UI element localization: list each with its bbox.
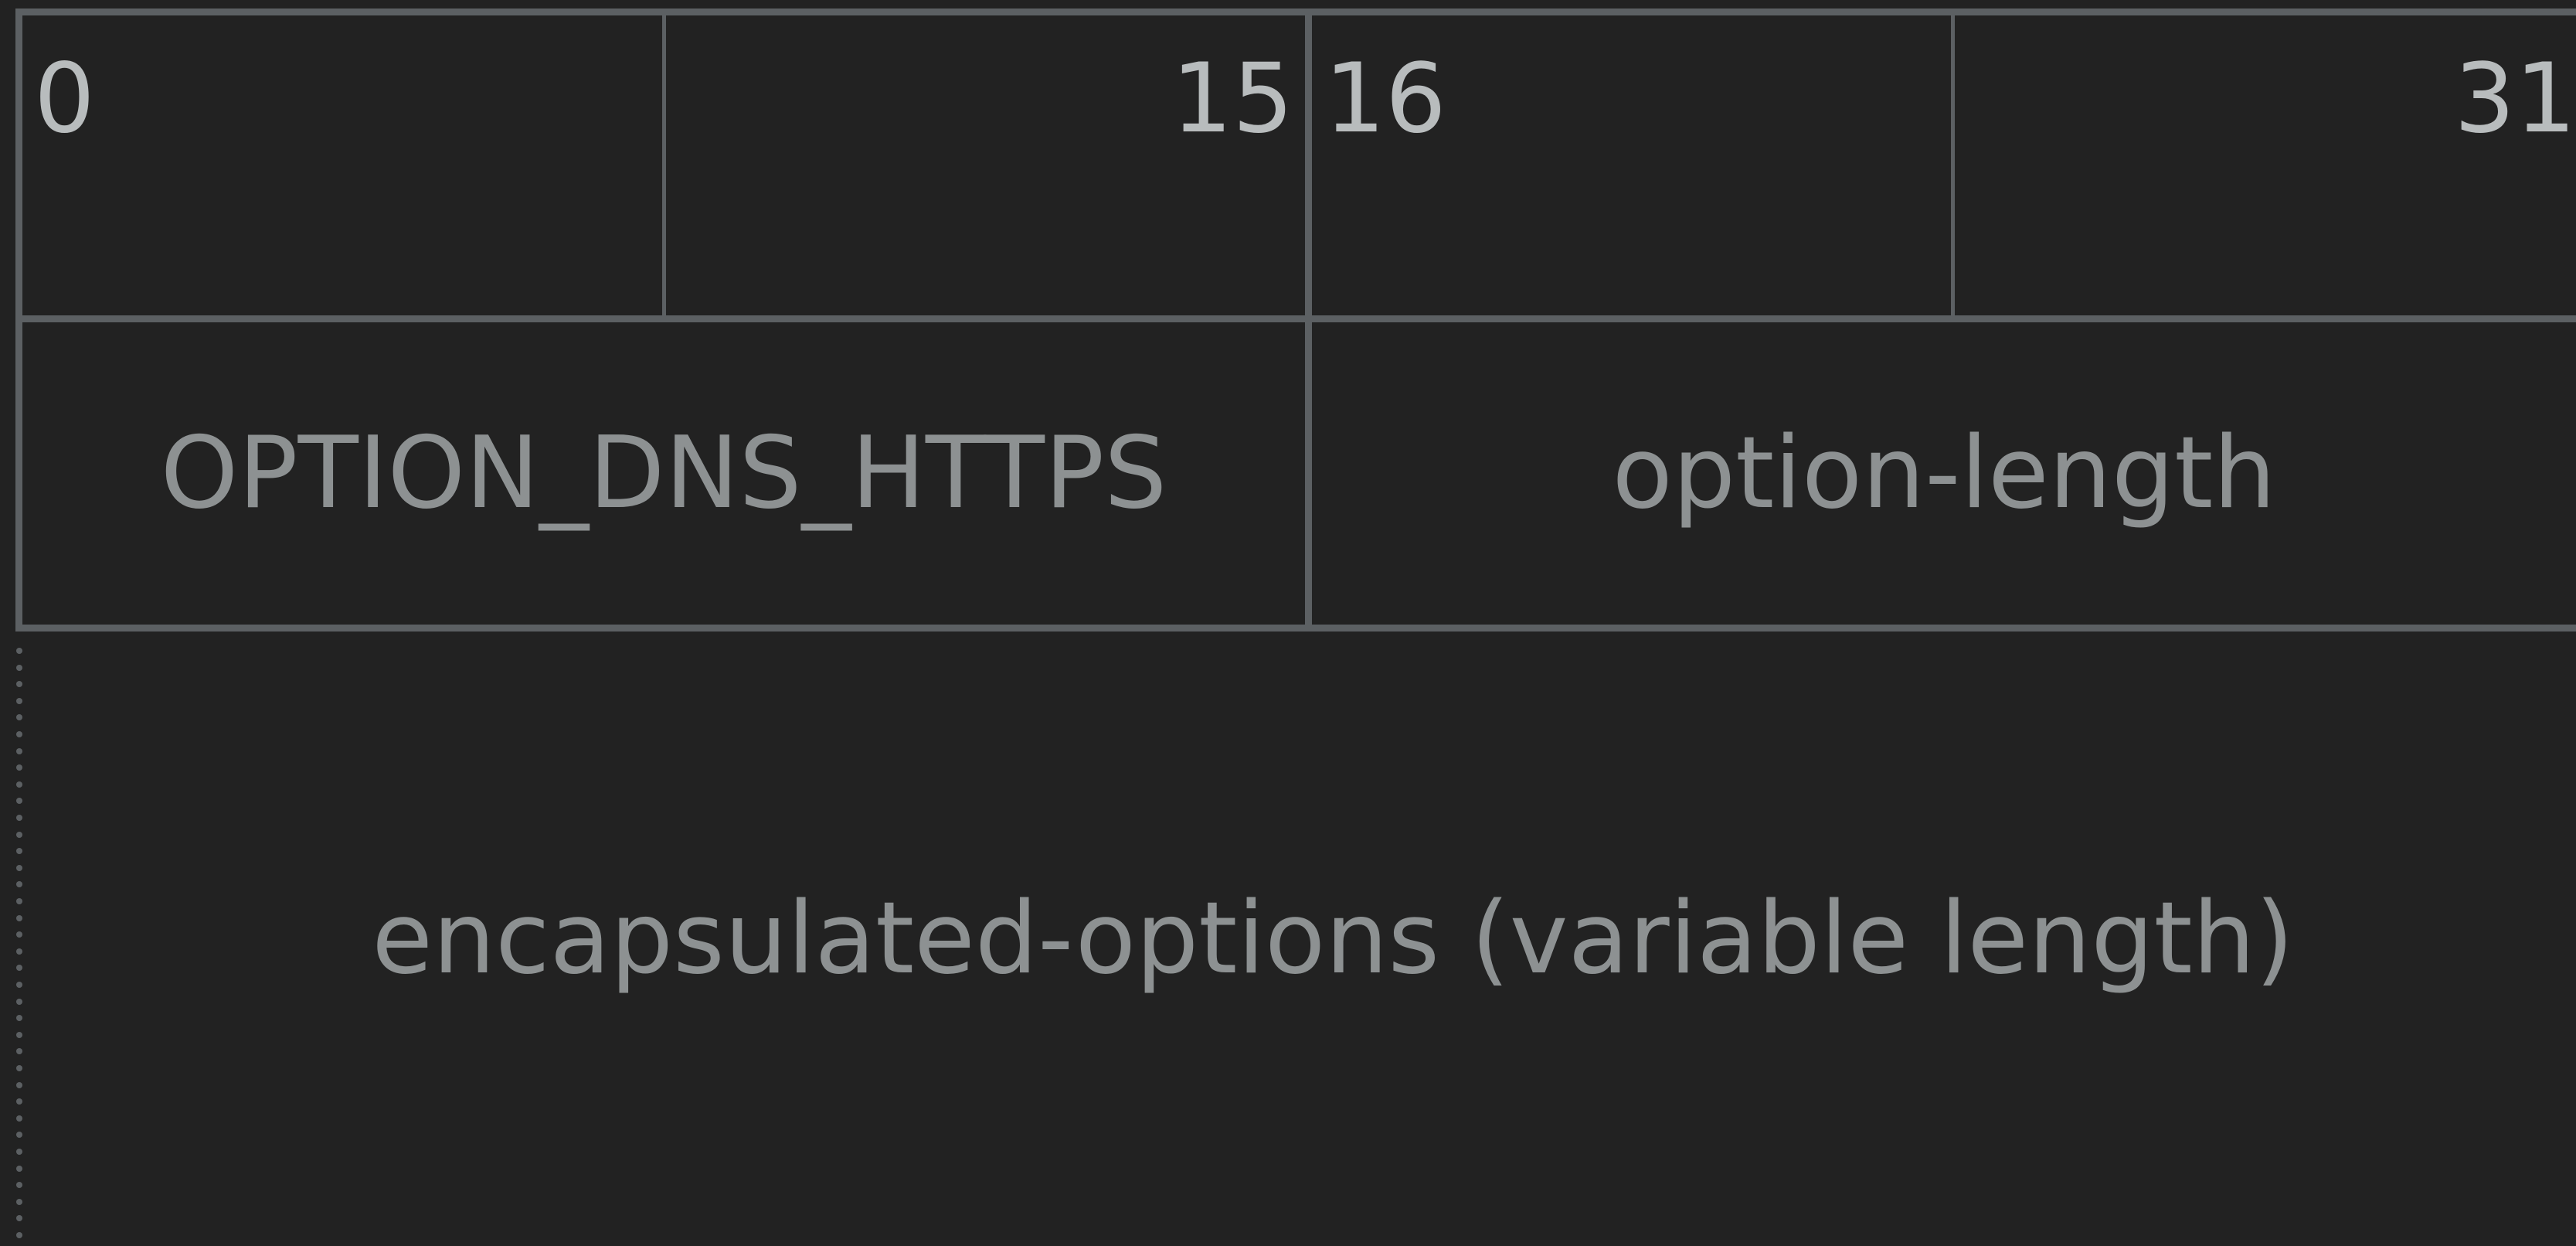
dotted-edge-dot xyxy=(16,681,22,687)
option-code-field: OPTION_DNS_HTTPS xyxy=(22,322,1305,625)
dotted-edge-dot xyxy=(16,1199,22,1205)
bit-label-15: 15 xyxy=(1171,43,1293,155)
dotted-edge-dot xyxy=(16,1232,22,1238)
dotted-edge-dot xyxy=(16,982,22,988)
dotted-edge-dot xyxy=(16,1032,22,1038)
dotted-edge-dot xyxy=(16,748,22,754)
dotted-edge-dot xyxy=(16,999,22,1005)
header-row-bottom-border xyxy=(15,625,2576,632)
ruler-divider-quarter-3 xyxy=(1951,15,1955,317)
dotted-edge-dot xyxy=(16,731,22,737)
dotted-edge-dot xyxy=(16,1115,22,1122)
dotted-edge-dot xyxy=(16,698,22,704)
dotted-edge-dot xyxy=(16,815,22,821)
dotted-edge-dot xyxy=(16,781,22,788)
ruler-divider-quarter-1 xyxy=(662,15,666,317)
option-code-label: OPTION_DNS_HTTPS xyxy=(160,415,1167,531)
dotted-edge-dot xyxy=(16,881,22,887)
dotted-edge-dot xyxy=(16,1182,22,1188)
dotted-edge-dot xyxy=(16,848,22,854)
encapsulated-options-label: encapsulated-options (variable length) xyxy=(372,880,2294,996)
dotted-edge-dot xyxy=(16,1065,22,1071)
top-border xyxy=(15,9,2576,15)
dotted-edge-dot xyxy=(16,1149,22,1155)
ruler-bottom-border xyxy=(15,315,2576,322)
dotted-edge-dot xyxy=(16,898,22,904)
dotted-edge-dot xyxy=(16,1166,22,1172)
dotted-edge-dot xyxy=(16,648,22,654)
dotted-edge-dot xyxy=(16,798,22,804)
packet-format-diagram: 0 15 16 31 OPTION_DNS_HTTPS option-lengt… xyxy=(0,0,2576,1246)
dotted-edge-dot xyxy=(16,915,22,921)
left-border xyxy=(15,9,22,632)
dotted-edge-dot xyxy=(16,1082,22,1088)
dotted-edge-dot xyxy=(16,714,22,720)
dotted-edge-dot xyxy=(16,1215,22,1221)
dotted-edge-dot xyxy=(16,1048,22,1054)
bit-label-31: 31 xyxy=(2454,43,2576,155)
center-divider xyxy=(1305,9,1312,632)
option-length-field: option-length xyxy=(1312,322,2576,625)
bit-label-16: 16 xyxy=(1324,43,1446,155)
encapsulated-options-field: encapsulated-options (variable length) xyxy=(22,632,2576,1246)
dotted-edge-dot xyxy=(16,1098,22,1105)
dotted-edge-dot xyxy=(16,1132,22,1138)
dotted-edge-dot xyxy=(16,764,22,771)
dotted-edge-dot xyxy=(16,965,22,971)
dotted-edge-dot xyxy=(16,665,22,671)
dotted-edge-dot xyxy=(16,931,22,938)
dotted-edge-dot xyxy=(16,1015,22,1021)
dotted-edge-dot xyxy=(16,948,22,955)
dotted-edge-dot xyxy=(16,832,22,838)
dotted-edge-dot xyxy=(16,865,22,871)
option-length-label: option-length xyxy=(1612,415,2276,531)
bit-label-0: 0 xyxy=(34,43,95,155)
